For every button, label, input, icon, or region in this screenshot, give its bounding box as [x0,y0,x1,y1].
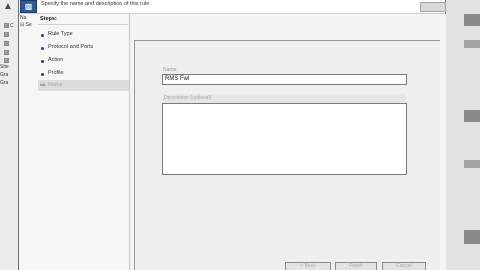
expand-icon[interactable]: ⊞ [4,32,9,37]
step-bullet-icon [41,47,44,50]
step-action[interactable]: Action [48,56,63,65]
step-bullet-icon [41,60,44,63]
firewall-icon: ▩ [20,0,37,13]
wizard-header: ▩ Specify the name and description of th… [19,0,445,14]
back-button[interactable]: < Back [285,262,331,270]
wizard-header-text: Specify the name and description of this… [41,1,150,7]
name-input[interactable]: RMS Fwl [162,74,407,85]
background-toolbar [464,230,480,244]
wizard-title-button[interactable] [420,2,446,12]
background-window-right [446,0,480,270]
background-toolbar [464,14,480,26]
background-toolbar [464,40,480,48]
description-textarea[interactable] [162,103,407,175]
mini-tree: Na ⊟ Se [20,15,36,41]
step-bullet-icon [41,34,44,37]
tree-item-label: Gra [0,72,9,78]
current-step-arrow-icon: ⇨ [40,82,46,89]
step-name[interactable]: Name [48,81,63,90]
steps-title: Steps: [40,16,57,22]
description-label: Description (optional): [163,94,406,103]
expand-icon[interactable]: ⊞ [4,50,9,55]
step-rule-type[interactable]: Rule Type [48,30,73,39]
app-icon: ▲ [3,1,13,12]
expand-icon[interactable]: ⊞ [4,23,9,28]
expand-icon[interactable]: ⊞ [4,41,9,46]
steps-divider [38,24,128,25]
tree-item-label: Site [0,64,9,70]
mini-tree-item: Na [20,15,27,21]
tree-item-label: Gra [0,80,9,86]
mini-tree-item: ⊟ Se [20,22,32,28]
finish-button[interactable]: Finish [335,262,377,270]
background-toolbar [464,110,480,122]
step-bullet-icon [41,73,44,76]
step-profile[interactable]: Profile [48,69,64,78]
step-protocol-ports[interactable]: Protocol and Ports [48,43,93,52]
steps-panel [19,14,130,270]
tree-item-label: C [10,23,14,29]
background-toolbar [464,160,480,168]
name-label: Name: [163,67,178,73]
cancel-button[interactable]: Cancel [382,262,426,270]
